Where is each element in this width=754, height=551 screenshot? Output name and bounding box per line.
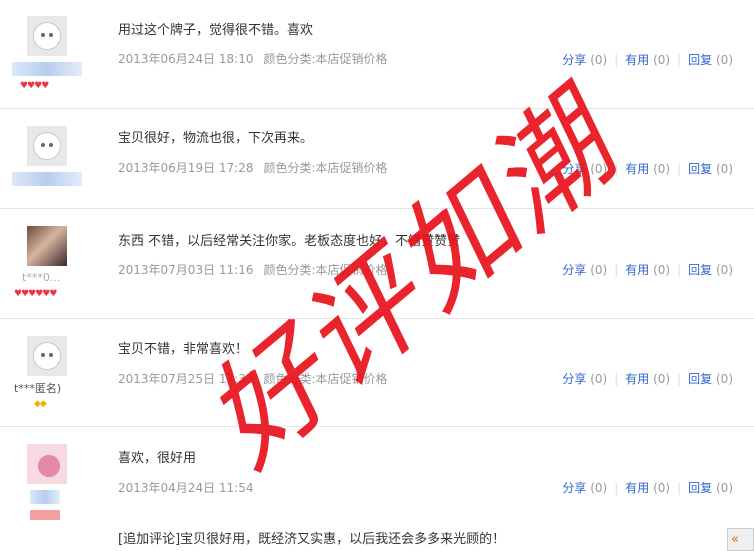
- useful-button[interactable]: 有用 (0): [618, 372, 677, 386]
- username-blurred: [30, 490, 60, 504]
- avatar[interactable]: [27, 16, 67, 56]
- reply-button[interactable]: 回复 (0): [681, 162, 740, 176]
- reply-button[interactable]: 回复 (0): [681, 481, 740, 495]
- avatar[interactable]: [27, 444, 67, 484]
- review-date: 2013年04月24日 11:54: [118, 481, 254, 495]
- default-avatar-icon: [33, 342, 61, 370]
- user-level-diamond-icon: ◆◆: [34, 399, 47, 409]
- review-item: t***匿名) ◆◆ 宝贝不错，非常喜欢！ 2013年07月25日 17:33 颜…: [0, 318, 754, 427]
- useful-button[interactable]: 有用 (0): [618, 481, 677, 495]
- review-content: 喜欢，很好用: [118, 451, 197, 466]
- review-content: 宝贝不错，非常喜欢！: [118, 342, 249, 357]
- review-meta: 2013年04月24日 11:54: [118, 479, 253, 496]
- user-level-hearts-icon: ♥♥♥♥: [20, 81, 49, 91]
- review-item: t***0... ♥♥♥♥♥♥ 东西 不错，以后经常关注你家。老板态度也好，不错…: [0, 208, 754, 319]
- review-date: 2013年07月03日 11:16: [118, 263, 254, 277]
- review-sku: 颜色分类:本店促销价格: [263, 52, 388, 66]
- review-actions: 分享 (0) | 有用 (0) | 回复 (0): [555, 160, 740, 177]
- review-actions: 分享 (0) | 有用 (0) | 回复 (0): [555, 261, 740, 278]
- review-meta: 2013年07月25日 17:33 颜色分类:本店促销价格: [118, 370, 388, 387]
- default-avatar-icon: [33, 132, 61, 160]
- review-content: 宝贝很好，物流也很，下次再来。: [118, 131, 314, 146]
- avatar[interactable]: [27, 336, 67, 376]
- review-date: 2013年06月24日 18:10: [118, 52, 254, 66]
- useful-button[interactable]: 有用 (0): [618, 53, 677, 67]
- username-blurred: [12, 172, 82, 186]
- append-review: [追加评论]宝贝很好用，既经济又实惠，以后我还会多多来光顾的！: [118, 532, 506, 547]
- username-blurred: [12, 62, 82, 76]
- share-button[interactable]: 分享 (0): [555, 263, 614, 277]
- review-item: ♥♥♥♥ 用过这个牌子，觉得很不错。喜欢 2013年06月24日 18:10 颜色…: [0, 0, 754, 109]
- username: t***0...: [22, 271, 61, 284]
- review-date: 2013年06月19日 17:28: [118, 161, 254, 175]
- review-content: 用过这个牌子，觉得很不错。喜欢: [118, 23, 314, 38]
- avatar[interactable]: [27, 226, 67, 266]
- username: t***匿名): [14, 382, 62, 395]
- review-sku: 颜色分类:本店促销价格: [263, 263, 388, 277]
- review-content: 东西 不错，以后经常关注你家。老板态度也好，不错赞赞赞: [118, 234, 461, 249]
- share-button[interactable]: 分享 (0): [555, 372, 614, 386]
- review-item: 宝贝很好，物流也很，下次再来。 2013年06月19日 17:28 颜色分类:本店…: [0, 108, 754, 209]
- review-actions: 分享 (0) | 有用 (0) | 回复 (0): [555, 51, 740, 68]
- review-actions: 分享 (0) | 有用 (0) | 回复 (0): [555, 479, 740, 496]
- review-date: 2013年07月25日 17:33: [118, 372, 254, 386]
- review-actions: 分享 (0) | 有用 (0) | 回复 (0): [555, 370, 740, 387]
- review-sku: 颜色分类:本店促销价格: [263, 161, 388, 175]
- review-meta: 2013年07月03日 11:16 颜色分类:本店促销价格: [118, 261, 388, 278]
- useful-button[interactable]: 有用 (0): [618, 162, 677, 176]
- reply-button[interactable]: 回复 (0): [681, 263, 740, 277]
- useful-button[interactable]: 有用 (0): [618, 263, 677, 277]
- review-meta: 2013年06月19日 17:28 颜色分类:本店促销价格: [118, 159, 388, 176]
- user-level-bar: [30, 510, 60, 520]
- share-button[interactable]: 分享 (0): [555, 162, 614, 176]
- reply-button[interactable]: 回复 (0): [681, 53, 740, 67]
- review-sku: 颜色分类:本店促销价格: [263, 372, 388, 386]
- user-level-hearts-icon: ♥♥♥♥♥♥: [14, 289, 57, 299]
- avatar[interactable]: [27, 126, 67, 166]
- share-button[interactable]: 分享 (0): [555, 481, 614, 495]
- default-avatar-icon: [33, 22, 61, 50]
- review-meta: 2013年06月24日 18:10 颜色分类:本店促销价格: [118, 50, 388, 67]
- reply-button[interactable]: 回复 (0): [681, 372, 740, 386]
- collapse-sidebar-button[interactable]: «: [727, 528, 754, 551]
- share-button[interactable]: 分享 (0): [555, 53, 614, 67]
